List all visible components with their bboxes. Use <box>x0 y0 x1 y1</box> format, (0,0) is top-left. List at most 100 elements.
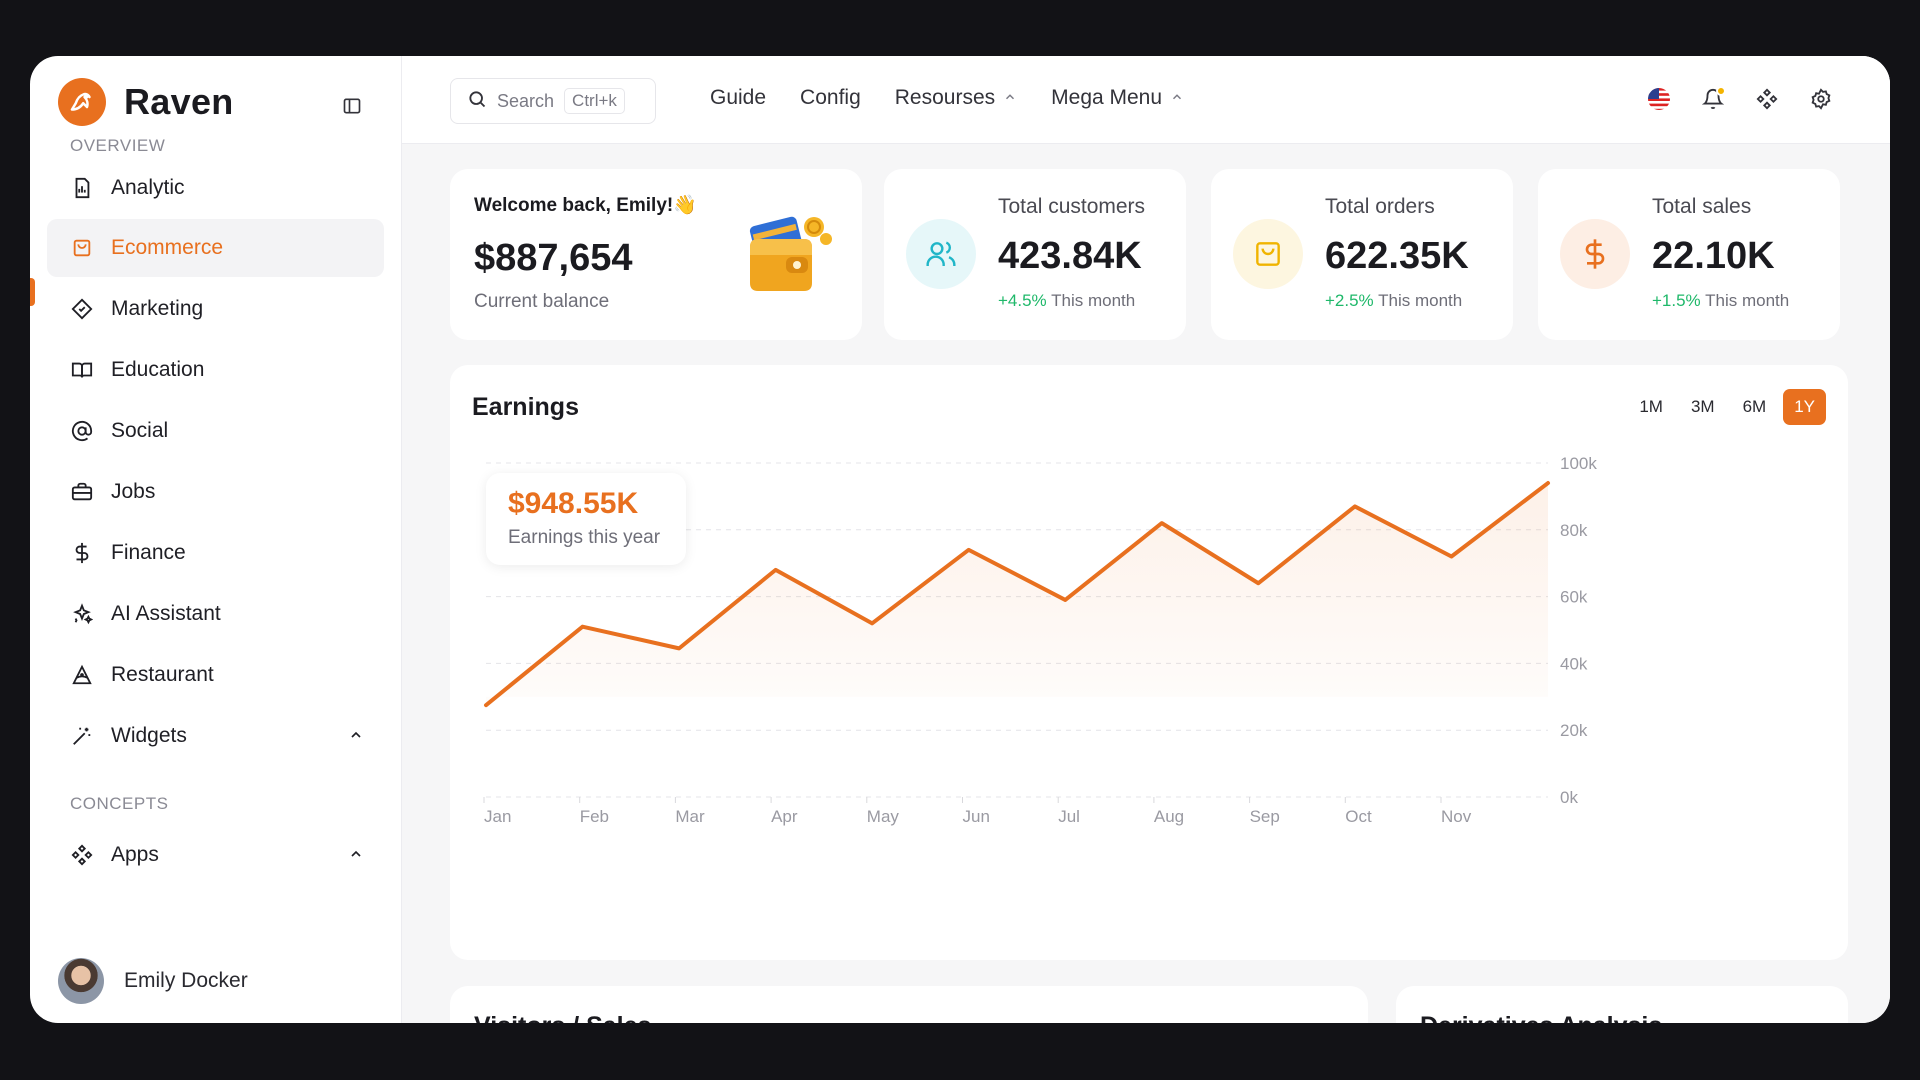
y-tick-label: 40k <box>1560 654 1588 673</box>
earnings-card: 0k 20k 40k 60k 80k 100k Jan Feb Mar Apr May Jun Jul A… <box>450 365 1848 960</box>
y-tick-label: 20k <box>1560 721 1588 740</box>
raven-logo-icon <box>58 78 106 126</box>
range-3m[interactable]: 3M <box>1680 389 1726 425</box>
sidebar-item-finance[interactable]: Finance <box>47 524 384 582</box>
range-1y[interactable]: 1Y <box>1783 389 1826 425</box>
search-input[interactable]: Search Ctrl+k <box>450 78 656 124</box>
y-tick-label: 0k <box>1560 788 1578 807</box>
x-tick-label: Feb <box>580 807 609 826</box>
sidebar-item-label: Social <box>111 419 169 442</box>
x-tick-label: Apr <box>771 807 798 826</box>
nav-config[interactable]: Config <box>800 86 861 110</box>
search-icon <box>467 89 487 114</box>
stat-card-sales: Total sales 22.10K +1.5% This month <box>1538 169 1840 340</box>
earnings-title: Earnings <box>472 393 579 421</box>
earnings-callout: $948.55K Earnings this year <box>486 473 686 565</box>
user-profile[interactable]: Emily Docker <box>58 958 248 1004</box>
stat-title: Total orders <box>1325 195 1435 218</box>
apps-icon[interactable] <box>1754 86 1780 112</box>
stat-value: 622.35K <box>1325 235 1469 277</box>
sidebar-item-label: Finance <box>111 541 186 564</box>
sidebar-item-ecommerce[interactable]: Ecommerce <box>47 219 384 277</box>
card-title: Derivatives Analysis <box>1420 1012 1662 1023</box>
range-1m[interactable]: 1M <box>1628 389 1674 425</box>
sidebar-item-label: AI Assistant <box>111 602 221 625</box>
derivatives-card: Derivatives Analysis <box>1396 986 1848 1023</box>
app-window: Raven OVERVIEW Analytic Ecommerce Market… <box>30 56 1890 1023</box>
notification-dot <box>1716 86 1726 96</box>
welcome-title: Welcome back, Emily!👋 <box>474 195 697 216</box>
x-tick-label: Jun <box>963 807 990 826</box>
active-indicator <box>30 278 35 306</box>
sidebar-item-label: Analytic <box>111 176 185 199</box>
range-selector: 1M 3M 6M 1Y <box>1628 389 1826 425</box>
stat-change: +4.5% <box>998 291 1047 310</box>
nav-label: Mega Menu <box>1051 86 1163 109</box>
report-icon <box>69 175 95 201</box>
nav-mega-menu[interactable]: Mega Menu <box>1051 86 1184 110</box>
sidebar-item-social[interactable]: Social <box>47 402 384 460</box>
sidebar-item-apps[interactable]: Apps <box>47 826 384 884</box>
sidebar-item-label: Jobs <box>111 480 156 503</box>
x-tick-label: Jan <box>484 807 511 826</box>
balance-label: Current balance <box>474 291 610 312</box>
x-tick-label: Sep <box>1250 807 1280 826</box>
x-tick-label: Jul <box>1058 807 1080 826</box>
stat-card-orders: Total orders 622.35K +2.5% This month <box>1211 169 1513 340</box>
shopping-bag-icon <box>69 235 95 261</box>
sidebar-item-label: Marketing <box>111 297 204 320</box>
diamond-tag-icon <box>69 296 95 322</box>
earnings-total-label: Earnings this year <box>508 527 661 548</box>
nav-label: Resourses <box>894 86 996 109</box>
stat-footer: +1.5% This month <box>1652 291 1789 311</box>
main-content: Search Ctrl+k Guide Config Resourses Meg… <box>402 56 1890 1023</box>
at-sign-icon <box>69 418 95 444</box>
y-tick-label: 100k <box>1560 454 1597 473</box>
stat-title: Total sales <box>1652 195 1752 218</box>
sidebar-item-analytic[interactable]: Analytic <box>47 159 384 217</box>
sidebar-item-education[interactable]: Education <box>47 341 384 399</box>
sidebar-item-marketing[interactable]: Marketing <box>47 280 384 338</box>
bell-icon[interactable] <box>1700 86 1726 112</box>
sidebar-item-widgets[interactable]: Widgets <box>47 707 384 765</box>
x-tick-label: May <box>867 807 900 826</box>
open-book-icon <box>69 357 95 383</box>
chevron-up-icon <box>348 727 364 748</box>
stat-period: This month <box>1378 291 1463 310</box>
y-tick-label: 80k <box>1560 521 1588 540</box>
chevron-up-icon <box>1170 86 1184 110</box>
x-tick-label: Mar <box>675 807 705 826</box>
search-placeholder: Search <box>497 90 555 111</box>
us-flag-icon[interactable] <box>1646 86 1672 112</box>
sidebar-item-label: Education <box>111 358 205 381</box>
y-tick-label: 60k <box>1560 588 1588 607</box>
range-6m[interactable]: 6M <box>1732 389 1778 425</box>
settings-icon[interactable] <box>1808 86 1834 112</box>
stat-card-customers: Total customers 423.84K +4.5% This month <box>884 169 1186 340</box>
brand[interactable]: Raven <box>58 78 234 126</box>
top-icons <box>1646 86 1834 112</box>
sidebar-item-restaurant[interactable]: Restaurant <box>47 646 384 704</box>
nav-resources[interactable]: Resourses <box>895 86 1017 110</box>
stat-value: 423.84K <box>998 235 1142 277</box>
bag-icon <box>1233 219 1303 289</box>
magic-wand-icon <box>69 723 95 749</box>
stat-value: 22.10K <box>1652 235 1775 277</box>
sidebar-item-label: Widgets <box>111 724 187 747</box>
apps-grid-icon <box>69 842 95 868</box>
visitors-sales-card: Visitors / Sales <box>450 986 1368 1023</box>
nav-guide[interactable]: Guide <box>710 86 766 110</box>
section-label-overview: OVERVIEW <box>70 136 166 155</box>
stat-footer: +4.5% This month <box>998 291 1135 311</box>
users-icon <box>906 219 976 289</box>
sidebar-collapse-icon[interactable] <box>340 94 364 118</box>
earnings-chart: 0k 20k 40k 60k 80k 100k Jan Feb Mar Apr May Jun Jul A… <box>483 454 1597 826</box>
stat-title: Total customers <box>998 195 1146 218</box>
nav-label: Config <box>800 86 861 109</box>
sidebar-item-label: Ecommerce <box>111 236 224 259</box>
sidebar: Raven OVERVIEW Analytic Ecommerce Market… <box>30 56 402 1023</box>
sidebar-item-jobs[interactable]: Jobs <box>47 463 384 521</box>
sidebar-item-ai-assistant[interactable]: AI Assistant <box>47 585 384 643</box>
chevron-up-icon <box>348 846 364 867</box>
avatar <box>58 958 104 1004</box>
